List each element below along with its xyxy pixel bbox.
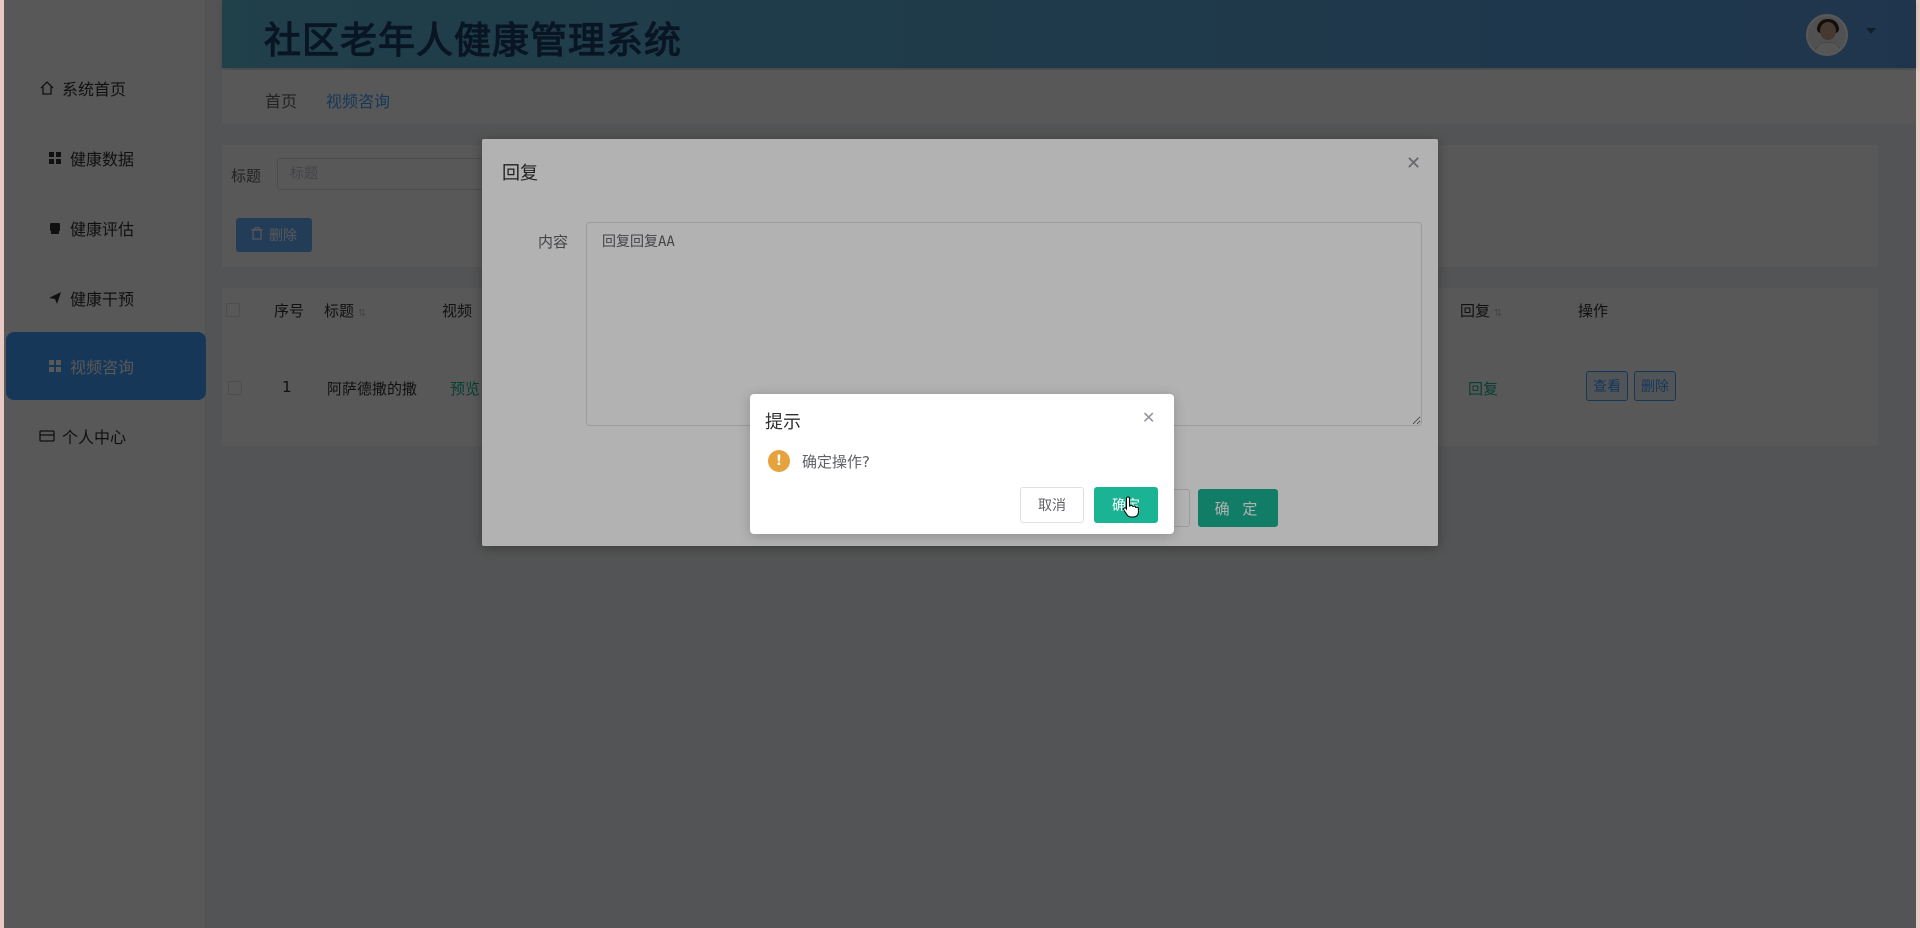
warning-icon: ! <box>768 450 790 472</box>
message-box-cancel-button[interactable]: 取消 <box>1020 487 1084 523</box>
confirm-message-box: 提示 ✕ ! 确定操作? 取消 确定 <box>750 394 1174 534</box>
app-frame: 系统首页 健康数据 健康评估 健康干预 视频咨询 <box>4 0 1916 928</box>
close-icon[interactable]: ✕ <box>1142 408 1155 427</box>
hand-cursor-icon <box>1122 496 1140 518</box>
message-box-text: 确定操作? <box>802 453 870 471</box>
message-box-title: 提示 <box>765 412 801 433</box>
